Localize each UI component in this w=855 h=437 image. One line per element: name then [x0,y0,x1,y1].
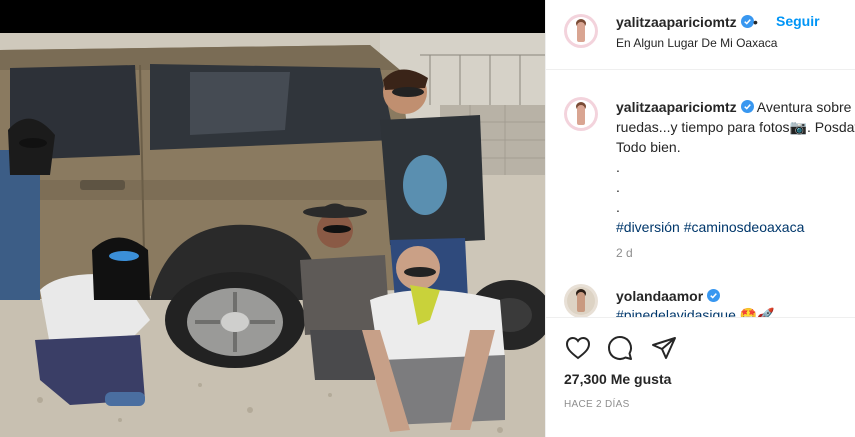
caption-username[interactable]: yalitzaapariciomtz [616,99,754,115]
post-photo[interactable] [0,0,545,437]
post-caption: yalitzaapariciomtz Aventura sobre ruedas… [616,97,855,237]
likes-count[interactable]: 27,300 Me gusta [564,371,671,387]
post-image [0,0,545,437]
post-header: yalitzaapariciomtz • Seguir En Algun Lug… [546,0,855,70]
caption-time: 2 d [616,246,633,260]
commenter-username[interactable]: yolandaamor [616,288,721,304]
paper-plane-icon[interactable] [650,334,678,362]
caption-dot: . [616,199,620,215]
post-location[interactable]: En Algun Lugar De Mi Oaxaca [616,36,777,50]
caption-avatar[interactable] [564,97,598,131]
comments-list[interactable]: yalitzaapariciomtz Aventura sobre ruedas… [546,71,855,317]
heart-icon[interactable] [564,334,592,362]
caption-dot: . [616,179,620,195]
comment-bubble-icon[interactable] [606,334,634,362]
photo-top-bar [0,0,545,33]
comment-text: #pinedelavidasigue 🤩🚀 [616,307,775,317]
post-side-panel: yalitzaapariciomtz • Seguir En Algun Lug… [545,0,855,437]
follow-button[interactable]: Seguir [776,13,820,29]
author-username[interactable]: yalitzaapariciomtz [616,14,754,30]
post-date[interactable]: HACE 2 DÍAS [564,399,630,410]
caption-dot: . [616,159,620,175]
post-actions: 27,300 Me gusta HACE 2 DÍAS [546,317,855,437]
hashtag-link[interactable]: #caminosdeoaxaca [684,219,805,235]
verified-badge-icon [707,289,721,302]
hashtag-link[interactable]: #diversión [616,219,680,235]
verified-badge-icon [740,15,754,28]
commenter-username-text[interactable]: yolandaamor [616,288,703,304]
header-separator: • [753,14,758,30]
commenter-avatar[interactable] [564,284,598,317]
author-avatar[interactable] [564,14,598,48]
verified-badge-icon [740,100,754,113]
author-username-text[interactable]: yalitzaapariciomtz [616,14,737,30]
